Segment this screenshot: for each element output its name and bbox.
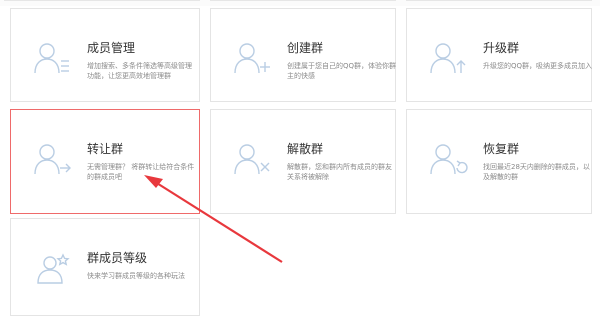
card-description: 解散群，您和群内所有成员的群友关系将被解除	[287, 163, 392, 181]
member-level-icon	[33, 251, 73, 285]
top-edge-left	[4, 0, 200, 1]
card-restore-group[interactable]: 恢复群 找回最近28天内删除的群成员，以及解散的群	[406, 109, 592, 214]
create-group-icon	[233, 41, 273, 75]
card-create-group[interactable]: 创建群 创建属于您自己的QQ群，体验你群主的快感	[210, 8, 396, 102]
card-description: 快来学习群成员等级的各种玩法	[87, 272, 185, 280]
card-title: 群成员等级	[87, 251, 148, 265]
card-description: 无需管理群？ 将群转让给符合条件的群成员吧	[87, 163, 195, 181]
card-member-manage[interactable]: 成员管理 增加搜索、多条件筛选等高级管理功能，让您更高效地管理群	[10, 8, 200, 102]
card-title: 升级群	[483, 41, 520, 55]
restore-group-icon	[429, 142, 469, 176]
card-title: 成员管理	[87, 41, 136, 55]
card-member-level[interactable]: 群成员等级 快来学习群成员等级的各种玩法	[10, 218, 200, 316]
card-title: 解散群	[287, 142, 324, 156]
card-description: 找回最近28天内删除的群成员，以及解散的群	[483, 163, 590, 181]
card-upgrade-group[interactable]: 升级群 升级您的QQ群，吸纳更多成员加入	[406, 8, 592, 102]
member-manage-icon	[33, 41, 73, 75]
card-transfer-group[interactable]: 转让群 无需管理群？ 将群转让给符合条件的群成员吧	[10, 109, 200, 214]
transfer-group-icon	[33, 142, 73, 176]
top-edge-middle	[210, 0, 396, 1]
card-description: 升级您的QQ群，吸纳更多成员加入	[483, 62, 593, 70]
card-description: 创建属于您自己的QQ群，体验你群主的快感	[287, 62, 397, 80]
card-title: 创建群	[287, 41, 324, 55]
card-dismiss-group[interactable]: 解散群 解散群，您和群内所有成员的群友关系将被解除	[210, 109, 396, 214]
card-description: 增加搜索、多条件筛选等高级管理功能，让您更高效地管理群	[87, 62, 192, 80]
card-title: 恢复群	[483, 142, 520, 156]
card-title: 转让群	[87, 142, 124, 156]
top-edge-right	[406, 0, 592, 1]
dismiss-group-icon	[233, 142, 273, 176]
upgrade-group-icon	[429, 41, 469, 75]
